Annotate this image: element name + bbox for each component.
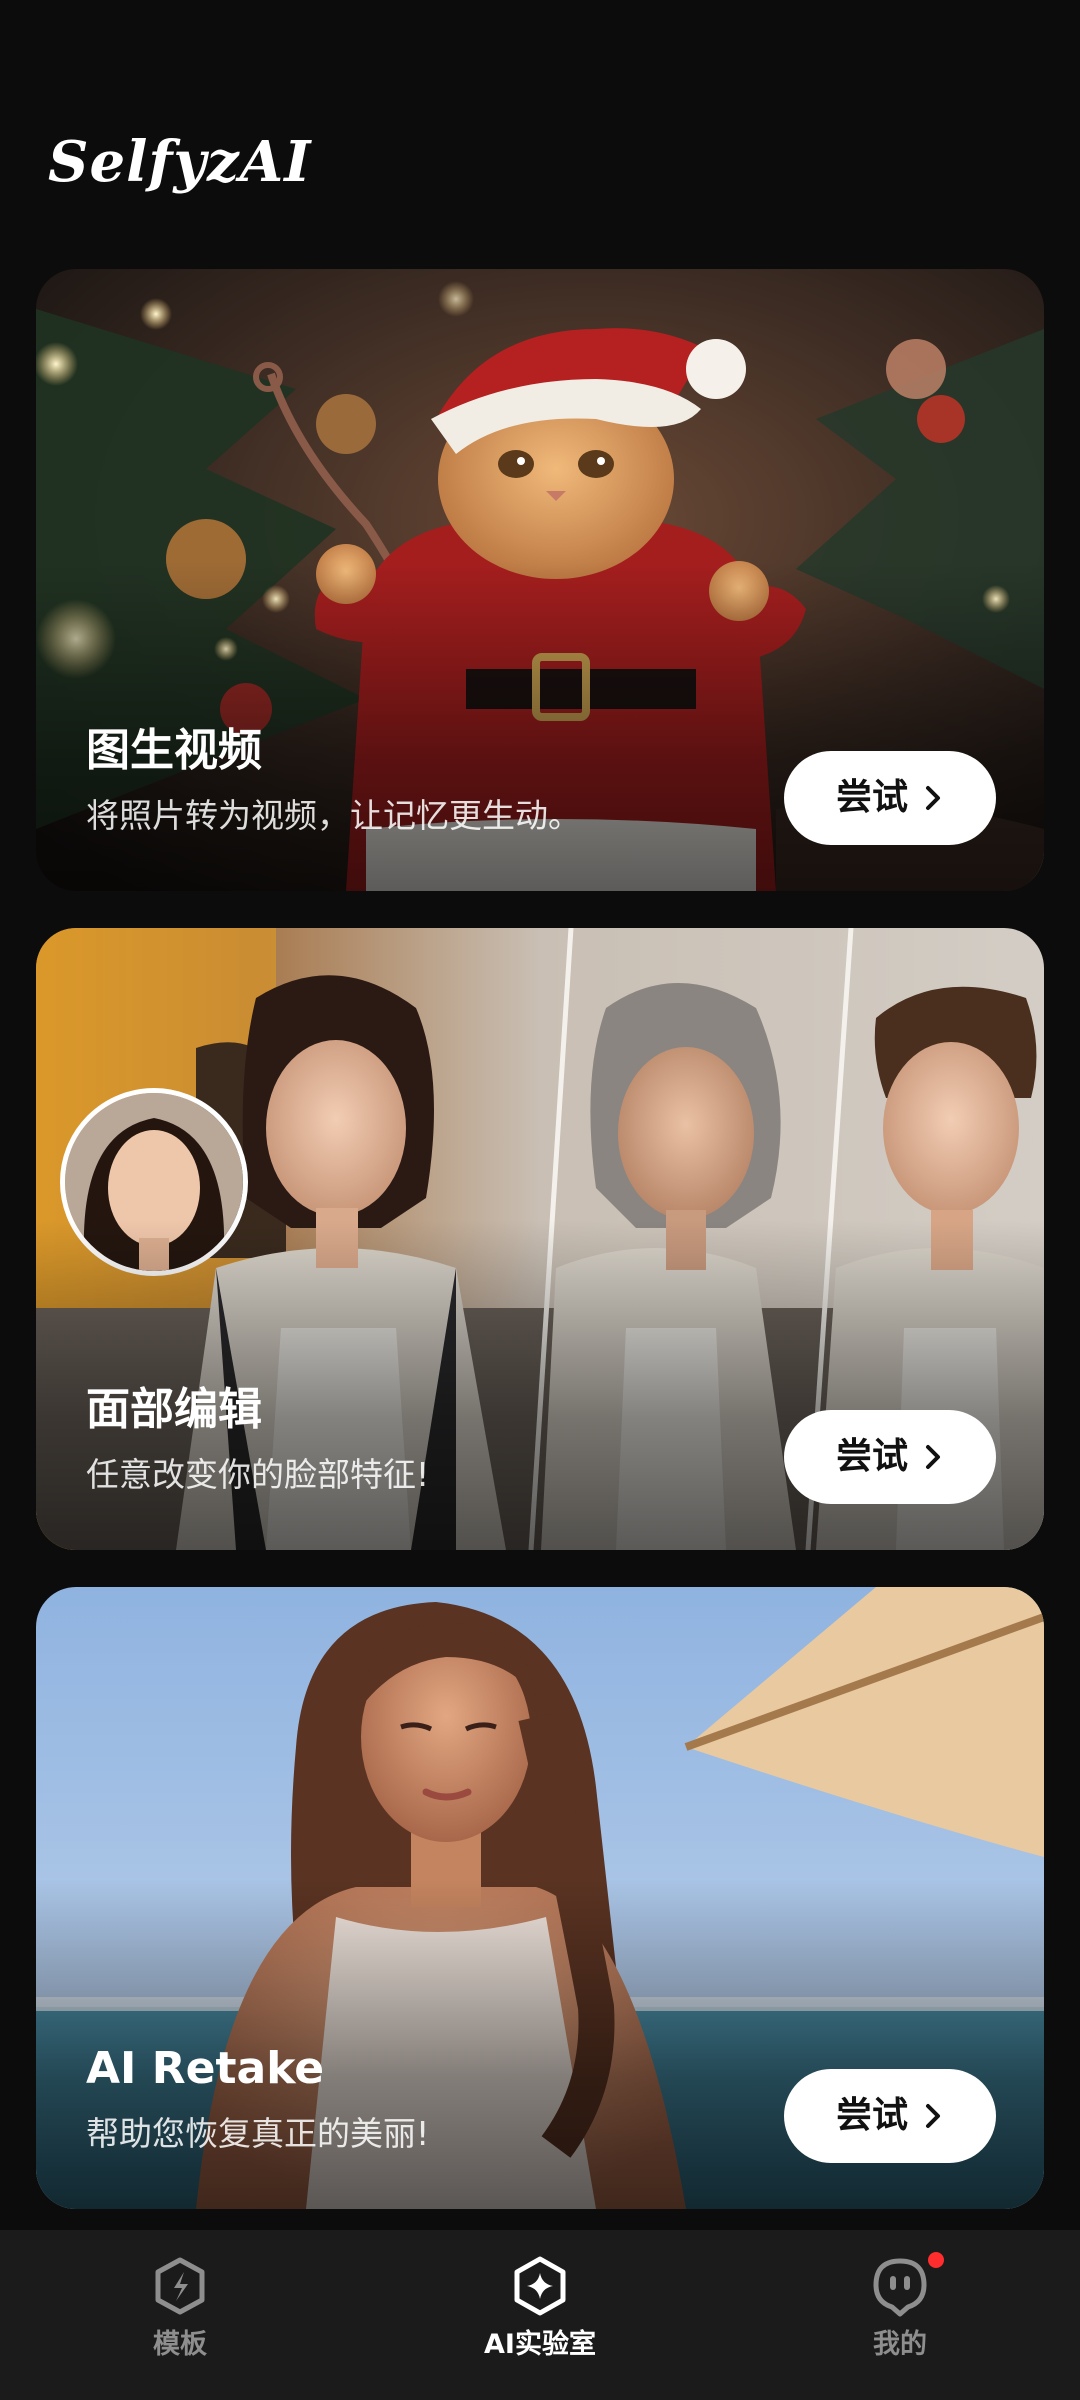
app-screen: SelfyzAI 图生视频 将照片转为视频，让记忆更生动。 尝试 面部编辑 任意… — [0, 0, 1080, 2400]
chevron-right-icon — [926, 786, 940, 810]
chevron-right-icon — [926, 2104, 940, 2128]
try-button-label: 尝试 — [835, 1436, 908, 1477]
card-title: 图生视频 — [86, 725, 262, 776]
ai-lab-sparkle-icon — [514, 2256, 566, 2316]
feature-card-face-edit[interactable]: 面部编辑 任意改变你的脸部特征! 尝试 — [36, 928, 1044, 1550]
app-logo: SelfyzAI — [48, 129, 312, 195]
nav-label: AI实验室 — [484, 2329, 596, 2360]
card-title: AI Retake — [86, 2043, 325, 2094]
try-button-label: 尝试 — [835, 777, 908, 818]
template-bolt-icon — [155, 2257, 205, 2315]
chevron-right-icon — [926, 1445, 940, 1469]
card-subtitle: 任意改变你的脸部特征! — [86, 1455, 430, 1494]
card-subtitle: 帮助您恢复真正的美丽! — [86, 2114, 430, 2153]
nav-item-profile[interactable]: 我的 — [720, 2230, 1080, 2400]
nav-item-ai-lab[interactable]: AI实验室 — [360, 2230, 720, 2400]
card-title: 面部编辑 — [86, 1384, 262, 1435]
feature-card-image-to-video[interactable]: 图生视频 将照片转为视频，让记忆更生动。 尝试 — [36, 269, 1044, 891]
bottom-navigation-bar: 模板 AI实验室 我的 — [0, 2230, 1080, 2400]
try-button-label: 尝试 — [835, 2095, 908, 2136]
feature-card-ai-retake[interactable]: AI Retake 帮助您恢复真正的美丽! 尝试 — [36, 1587, 1044, 2209]
nav-item-templates[interactable]: 模板 — [0, 2230, 360, 2400]
try-button[interactable]: 尝试 — [784, 1410, 996, 1504]
profile-face-icon — [873, 2258, 927, 2317]
notification-dot — [928, 2252, 944, 2268]
nav-label: 我的 — [873, 2329, 927, 2360]
try-button[interactable]: 尝试 — [784, 2069, 996, 2163]
card-subtitle: 将照片转为视频，让记忆更生动。 — [86, 796, 581, 835]
try-button[interactable]: 尝试 — [784, 751, 996, 845]
nav-label: 模板 — [153, 2329, 207, 2360]
